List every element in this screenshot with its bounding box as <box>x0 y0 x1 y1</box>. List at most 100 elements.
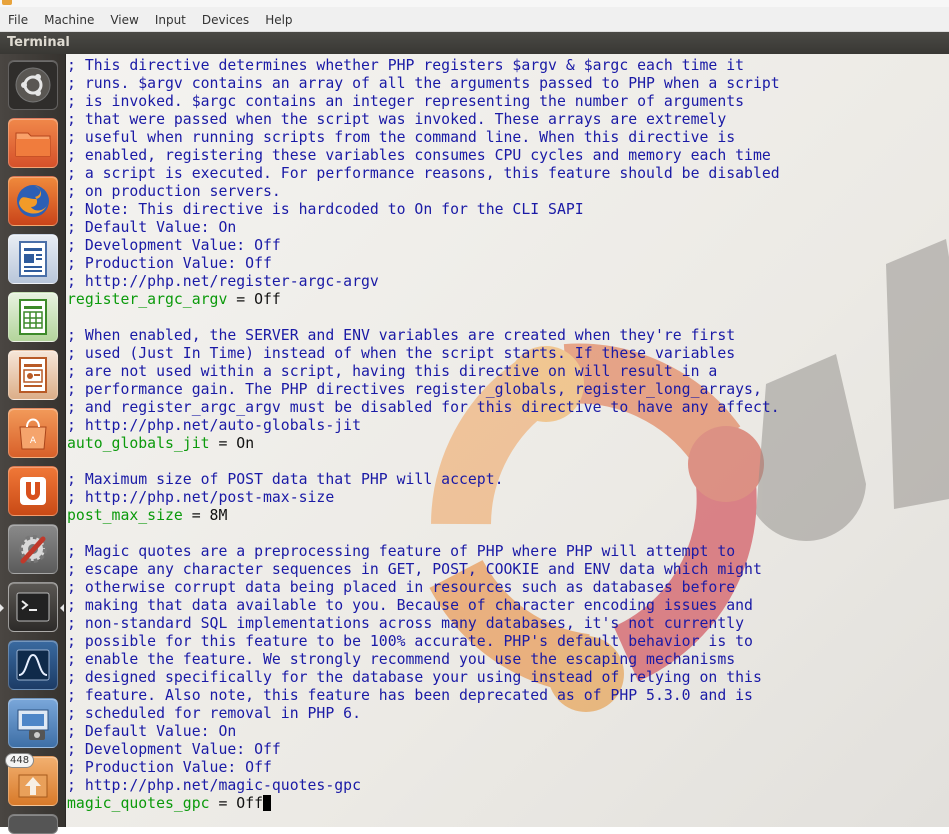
settings-gear-icon <box>9 525 57 573</box>
comment-line: ; When enabled, the SERVER and ENV varia… <box>67 327 736 344</box>
running-indicator <box>0 604 4 612</box>
setting-equals: = <box>182 507 210 524</box>
setting-value: Off <box>254 291 281 308</box>
comment-line: ; otherwise corrupt data being placed in… <box>67 579 736 596</box>
comment-line: ; http://php.net/register-argc-argv <box>67 273 379 290</box>
menu-devices[interactable]: Devices <box>194 10 257 30</box>
comment-line: ; are not used within a script, having t… <box>67 363 718 380</box>
launcher-system-monitor-button[interactable] <box>8 640 58 690</box>
setting-equals: = <box>227 291 255 308</box>
camera-icon <box>9 699 57 747</box>
active-indicator <box>60 604 64 612</box>
menu-input[interactable]: Input <box>147 10 194 30</box>
launcher-terminal-button[interactable] <box>8 582 58 632</box>
config-setting-line: register_argc_argv = Off <box>67 291 780 309</box>
comment-line: ; is invoked. $argc contains an integer … <box>67 93 745 110</box>
calc-spreadsheet-icon <box>9 293 57 341</box>
setting-value: 8M <box>209 507 228 524</box>
comment-line: ; non-standard SQL implementations acros… <box>67 615 745 632</box>
comment-line: ; scheduled for removal in PHP 6. <box>67 705 361 722</box>
comment-line: ; Default Value: On <box>67 723 237 740</box>
menu-view[interactable]: View <box>102 10 146 30</box>
menu-machine[interactable]: Machine <box>36 10 102 30</box>
launcher-files-button[interactable] <box>8 118 58 168</box>
window-title-strip <box>0 0 949 7</box>
launcher-calc-button[interactable] <box>8 292 58 342</box>
menu-file[interactable]: File <box>0 10 36 30</box>
comment-line: ; Maximum size of POST data that PHP wil… <box>67 471 504 488</box>
virtualbox-icon <box>2 0 12 5</box>
svg-text:A: A <box>30 436 37 446</box>
launcher-software-center-button[interactable]: A <box>8 408 58 458</box>
comment-line: ; Magic quotes are a preprocessing featu… <box>67 543 736 560</box>
folder-icon <box>9 119 57 167</box>
unity-launcher: A 448 <box>0 54 66 834</box>
launcher-dash-button[interactable] <box>8 60 58 110</box>
terminal-text: ; This directive determines whether PHP … <box>67 57 780 813</box>
comment-line: ; escape any character sequences in GET,… <box>67 561 762 578</box>
comment-line: ; and register_argc_argv must be disable… <box>67 399 780 416</box>
writer-document-icon <box>9 235 57 283</box>
comment-line: ; http://php.net/auto-globals-jit <box>67 417 361 434</box>
comment-line: ; possible for this feature to be 100% a… <box>67 633 753 650</box>
launcher-settings-button[interactable] <box>8 524 58 574</box>
config-setting-line: magic_quotes_gpc = Off <box>67 795 780 813</box>
terminal-window[interactable]: ; This directive determines whether PHP … <box>66 54 949 827</box>
ubuntu-logo-icon <box>9 61 57 109</box>
comment-line: ; used (Just In Time) instead of when th… <box>67 345 736 362</box>
ubuntu-one-icon <box>9 467 57 515</box>
comment-line: ; on production servers. <box>67 183 281 200</box>
setting-key: post_max_size <box>67 507 183 524</box>
comment-line: ; enable the feature. We strongly recomm… <box>67 651 736 668</box>
comment-line: ; Production Value: Off <box>67 255 272 272</box>
window-title: Terminal <box>7 35 70 50</box>
comment-line: ; performance gain. The PHP directives r… <box>67 381 762 398</box>
impress-presentation-icon <box>9 351 57 399</box>
comment-line: ; http://php.net/post-max-size <box>67 489 335 506</box>
shopping-bag-icon: A <box>9 409 57 457</box>
setting-equals: = <box>209 795 237 812</box>
comment-line: ; feature. Also note, this feature has b… <box>67 687 753 704</box>
launcher-screenshot-button[interactable] <box>8 698 58 748</box>
comment-line: ; Development Value: Off <box>67 741 281 758</box>
system-monitor-icon <box>9 641 57 689</box>
comment-line: ; Development Value: Off <box>67 237 281 254</box>
config-setting-line: post_max_size = 8M <box>67 507 780 525</box>
launcher-writer-button[interactable] <box>8 234 58 284</box>
comment-line: ; Production Value: Off <box>67 759 272 776</box>
comment-line: ; Default Value: On <box>67 219 237 236</box>
comment-line: ; a script is executed. For performance … <box>67 165 780 182</box>
setting-key: register_argc_argv <box>67 291 228 308</box>
comment-line: ; making that data available to you. Bec… <box>67 597 753 614</box>
terminal-icon <box>9 583 57 631</box>
launcher-ubuntu-one-button[interactable] <box>8 466 58 516</box>
launcher-update-manager-button[interactable]: 448 <box>5 753 58 806</box>
menu-items: File Machine View Input Devices Help <box>0 10 301 30</box>
setting-key: auto_globals_jit <box>67 435 210 452</box>
comment-line: ; that were passed when the script was i… <box>67 111 727 128</box>
comment-line: ; useful when running scripts from the c… <box>67 129 736 146</box>
comment-line: ; designed specifically for the database… <box>67 669 762 686</box>
menu-help[interactable]: Help <box>257 10 300 30</box>
launcher-overflow-item[interactable] <box>8 814 58 834</box>
firefox-icon <box>9 177 57 225</box>
comment-line: ; enabled, registering these variables c… <box>67 147 771 164</box>
setting-value: On <box>236 435 255 452</box>
setting-equals: = <box>209 435 237 452</box>
update-count-badge: 448 <box>5 753 35 768</box>
launcher-firefox-button[interactable] <box>8 176 58 226</box>
comment-line: ; http://php.net/magic-quotes-gpc <box>67 777 361 794</box>
comment-line: ; runs. $argv contains an array of all t… <box>67 75 780 92</box>
setting-value: Off <box>236 795 264 812</box>
vm-menubar: File Machine View Input Devices Help <box>0 0 949 32</box>
top-panel: Terminal <box>0 32 949 54</box>
text-cursor <box>263 795 272 811</box>
comment-line: ; Note: This directive is hardcoded to O… <box>67 201 584 218</box>
config-setting-line: auto_globals_jit = On <box>67 435 780 453</box>
comment-line: ; This directive determines whether PHP … <box>67 57 745 74</box>
setting-key: magic_quotes_gpc <box>67 795 210 812</box>
launcher-impress-button[interactable] <box>8 350 58 400</box>
